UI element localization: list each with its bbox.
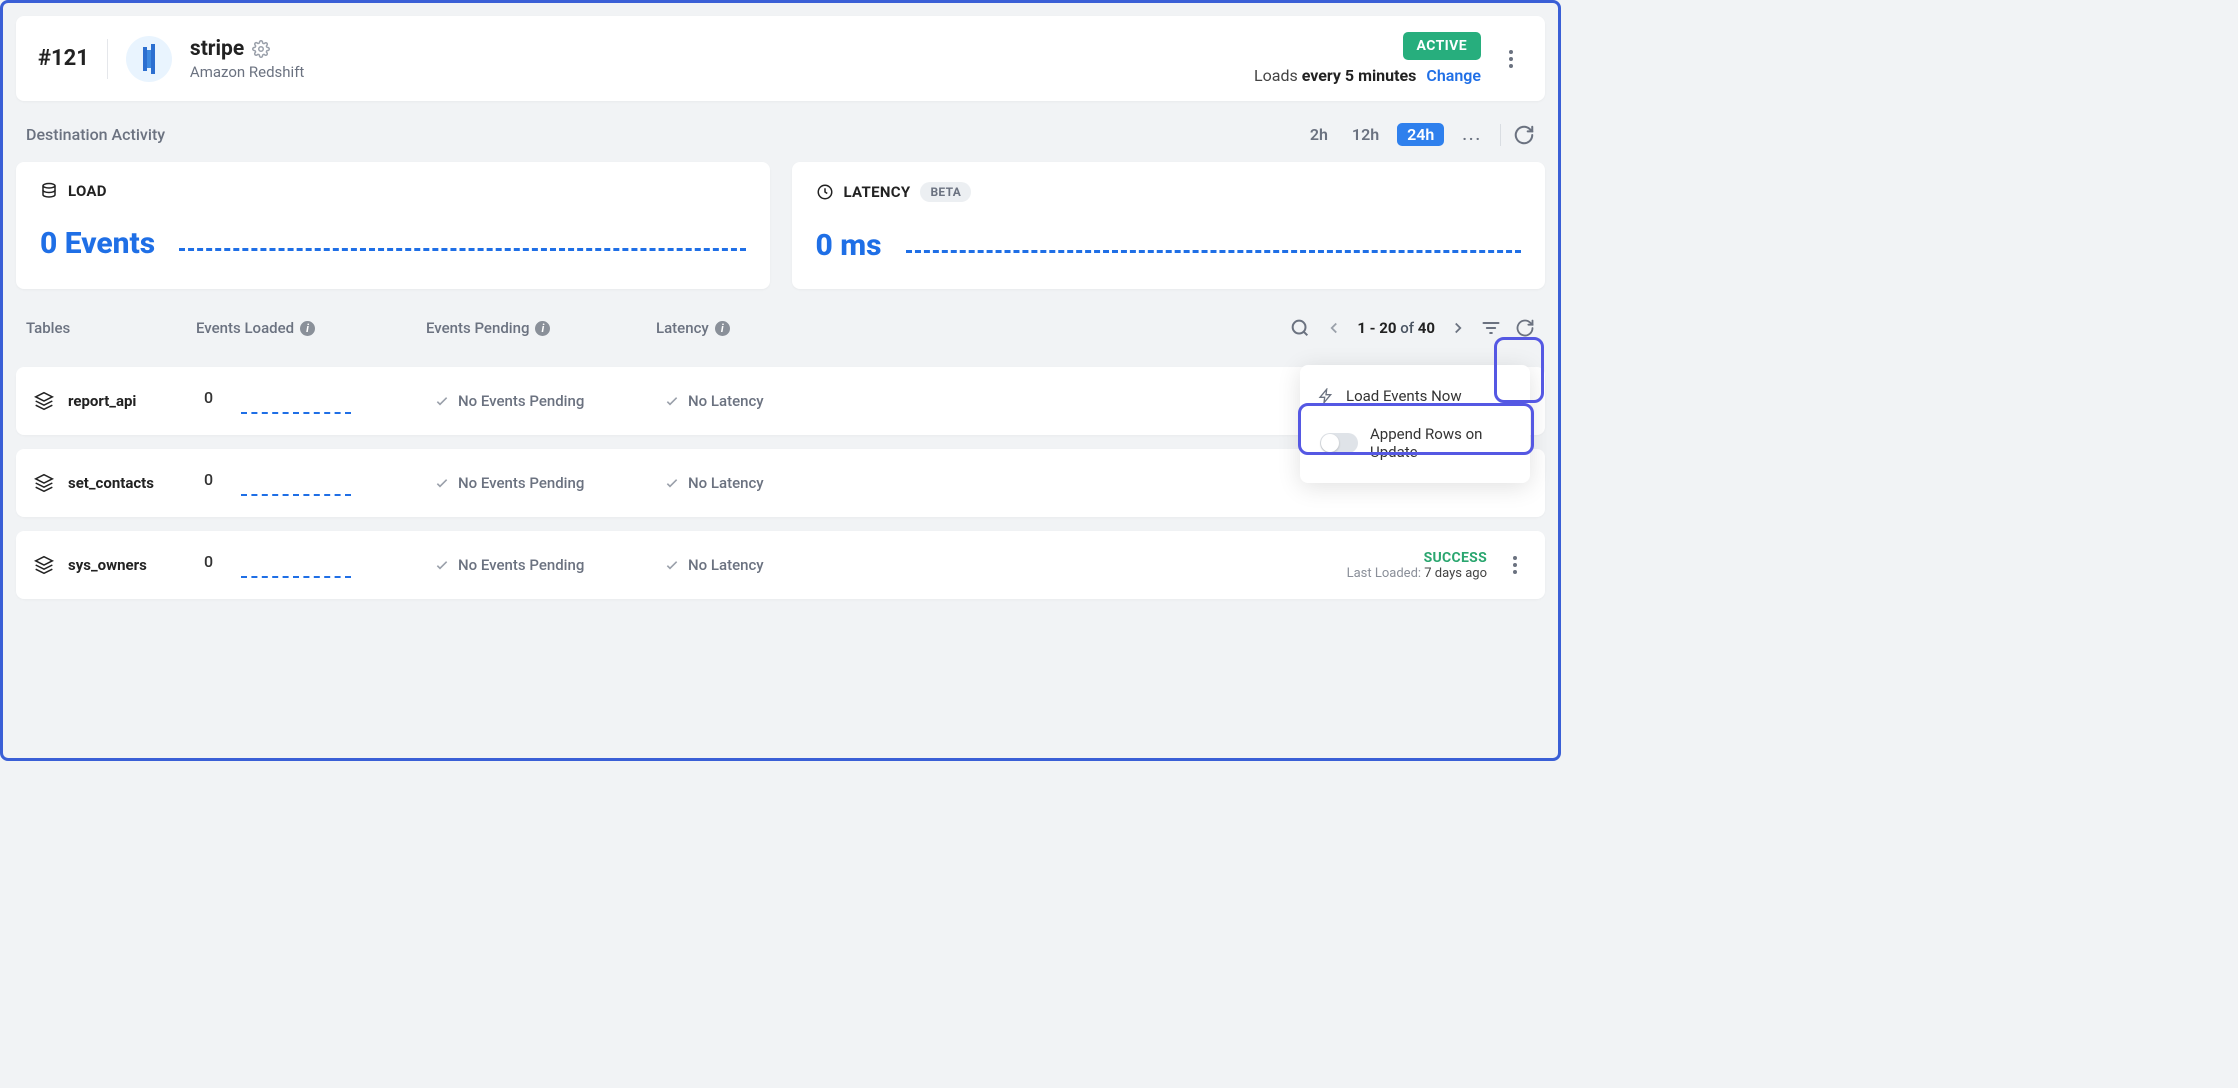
row-sparkline <box>241 576 351 578</box>
pager-next-button[interactable] <box>1449 319 1467 337</box>
page-root: #121 stripe Amazon Redshift ACTIVE <box>3 3 1558 599</box>
divider <box>107 39 108 79</box>
header-right: ACTIVE Loads every 5 minutes Change <box>1254 32 1523 85</box>
row-kebab-menu[interactable] <box>1503 550 1527 580</box>
col-latency: Latency i <box>656 319 886 337</box>
info-icon[interactable]: i <box>715 321 730 336</box>
row-sparkline <box>241 494 351 496</box>
col-events-pending-label: Events Pending <box>426 319 529 337</box>
table-row[interactable]: sys_owners 0 No Events Pending No Latenc… <box>16 531 1545 599</box>
check-icon <box>434 475 450 491</box>
load-sparkline <box>179 248 745 251</box>
events-count: 0 <box>204 388 213 407</box>
loads-prefix: Loads <box>1254 66 1298 85</box>
refresh-button[interactable] <box>1513 124 1535 146</box>
events-count: 0 <box>204 552 213 571</box>
database-icon <box>40 182 58 200</box>
divider <box>1500 124 1501 146</box>
append-rows-item[interactable]: Append Rows on Update <box>1306 417 1524 469</box>
filter-button[interactable] <box>1481 318 1501 338</box>
row-status: SUCCESS <box>1347 550 1487 566</box>
col-events-loaded-label: Events Loaded <box>196 319 294 337</box>
table-header-row: Tables Events Loaded i Events Pending i … <box>16 289 1545 353</box>
check-icon <box>434 557 450 573</box>
last-loaded-label: Last Loaded: <box>1347 566 1421 581</box>
change-frequency-link[interactable]: Change <box>1426 66 1481 85</box>
latency-text: No Latency <box>688 392 764 410</box>
loads-line: Loads every 5 minutes Change <box>1254 66 1481 85</box>
pager-of: of <box>1400 319 1414 337</box>
check-icon <box>664 393 680 409</box>
check-icon <box>664 475 680 491</box>
destination-header-card: #121 stripe Amazon Redshift ACTIVE <box>16 16 1545 101</box>
pager-range: 1 - 20 <box>1357 319 1396 337</box>
table-name: report_api <box>68 392 136 410</box>
header-kebab-menu[interactable] <box>1499 44 1523 74</box>
destination-subtitle: Amazon Redshift <box>190 63 304 81</box>
row-sparkline <box>241 412 351 414</box>
load-metric-value: 0 Events <box>40 226 155 261</box>
time-range-group: 2h 12h 24h ... <box>1304 123 1488 146</box>
load-events-now-label: Load Events Now <box>1346 387 1462 405</box>
load-events-now-item[interactable]: Load Events Now <box>1300 377 1530 415</box>
activity-title: Destination Activity <box>26 125 165 144</box>
row-actions-popover: Load Events Now Append Rows on Update <box>1300 365 1530 483</box>
metrics-row: LOAD 0 Events LATENCY BETA 0 ms <box>16 162 1545 289</box>
table-name: sys_owners <box>68 556 147 574</box>
load-label: LOAD <box>68 182 107 200</box>
destination-title-block: stripe Amazon Redshift <box>190 37 304 81</box>
events-count: 0 <box>204 470 213 489</box>
latency-metric-value: 0 ms <box>816 228 882 263</box>
table-refresh-button[interactable] <box>1515 318 1535 338</box>
latency-sparkline <box>906 250 1521 253</box>
pager-total: 40 <box>1418 319 1435 337</box>
lightning-icon <box>1318 388 1334 404</box>
info-icon[interactable]: i <box>300 321 315 336</box>
activity-bar: Destination Activity 2h 12h 24h ... <box>16 101 1545 156</box>
range-more[interactable]: ... <box>1456 123 1488 146</box>
destination-avatar <box>126 36 172 82</box>
table-name: set_contacts <box>68 474 154 492</box>
check-icon <box>664 557 680 573</box>
destination-id: #121 <box>38 46 89 71</box>
col-events-loaded: Events Loaded i <box>196 319 426 337</box>
gear-icon[interactable] <box>252 40 270 58</box>
search-button[interactable] <box>1289 317 1311 339</box>
info-icon[interactable]: i <box>535 321 550 336</box>
range-24h[interactable]: 24h <box>1397 123 1444 146</box>
redshift-icon <box>136 44 162 74</box>
latency-text: No Latency <box>688 556 764 574</box>
row-last-loaded: Last Loaded: 7 days ago <box>1347 566 1487 581</box>
pager-prev-button[interactable] <box>1325 319 1343 337</box>
events-pending-text: No Events Pending <box>458 474 584 492</box>
append-rows-label: Append Rows on Update <box>1370 425 1510 461</box>
loads-frequency: every 5 minutes <box>1302 66 1417 85</box>
latency-label: LATENCY <box>844 183 911 201</box>
last-loaded-time: 7 days ago <box>1424 566 1487 581</box>
clock-icon <box>816 183 834 201</box>
status-badge: ACTIVE <box>1403 32 1481 60</box>
col-latency-label: Latency <box>656 319 709 337</box>
destination-title: stripe <box>190 37 244 61</box>
layers-icon <box>34 473 54 493</box>
check-icon <box>434 393 450 409</box>
latency-metric-card: LATENCY BETA 0 ms <box>792 162 1546 289</box>
layers-icon <box>34 555 54 575</box>
col-events-pending: Events Pending i <box>426 319 656 337</box>
layers-icon <box>34 391 54 411</box>
latency-text: No Latency <box>688 474 764 492</box>
range-2h[interactable]: 2h <box>1304 123 1334 146</box>
events-pending-text: No Events Pending <box>458 556 584 574</box>
load-metric-card: LOAD 0 Events <box>16 162 770 289</box>
range-12h[interactable]: 12h <box>1346 123 1385 146</box>
col-tables: Tables <box>26 319 196 337</box>
beta-badge: BETA <box>920 182 971 202</box>
events-pending-text: No Events Pending <box>458 392 584 410</box>
append-rows-toggle[interactable] <box>1320 433 1358 453</box>
pager-text: 1 - 20 of 40 <box>1357 319 1435 337</box>
